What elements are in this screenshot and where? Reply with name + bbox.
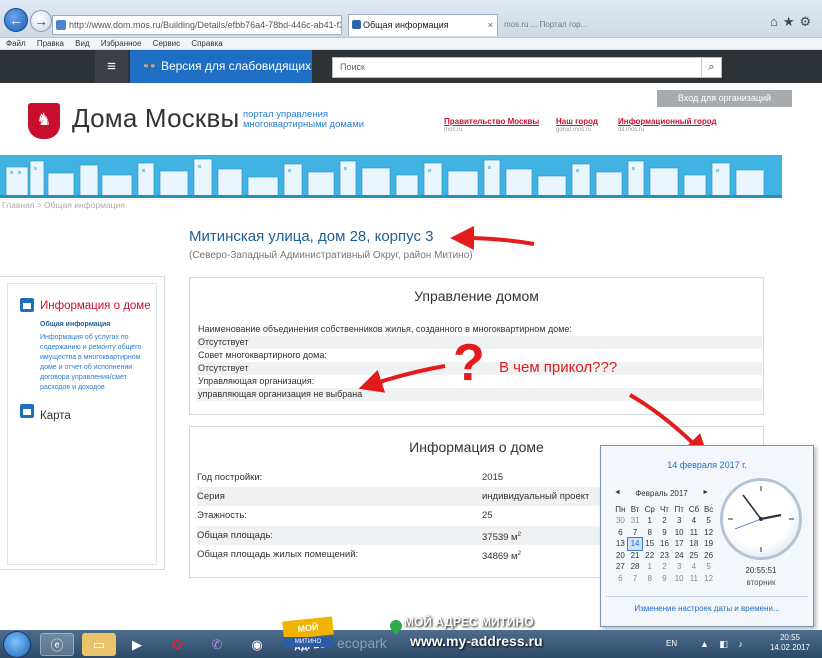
calendar-month-header: ◄ Февраль 2017 ► <box>610 489 713 498</box>
calendar-week: 13 14 15 16 17 18 19 <box>613 537 716 551</box>
calendar-day[interactable]: 22 <box>642 550 657 562</box>
calendar-day[interactable]: 26 <box>701 550 716 562</box>
arrow-to-address <box>450 226 535 251</box>
calendar-day[interactable]: 16 <box>657 538 672 550</box>
calendar-day[interactable]: 31 <box>628 515 643 527</box>
media-taskbar-icon[interactable]: ▶ <box>120 633 154 656</box>
start-button[interactable] <box>3 631 31 658</box>
calendar-day[interactable]: 6 <box>613 527 628 539</box>
calendar-day[interactable]: 3 <box>672 515 687 527</box>
calendar-day[interactable]: 18 <box>687 538 702 550</box>
calendar-day[interactable]: 12 <box>701 527 716 539</box>
app-taskbar-icon[interactable]: ◉ <box>240 633 274 656</box>
taskbar-date: 14.02.2017 <box>769 643 811 652</box>
calendar-week: 27 28 1 2 3 4 5 <box>613 561 716 573</box>
clock-date-link[interactable]: 14 февраля 2017 г. <box>600 460 814 470</box>
language-indicator[interactable]: EN <box>666 639 677 648</box>
second-hand <box>734 518 762 530</box>
calendar-week: 6 7 8 9 10 11 12 <box>613 527 716 539</box>
calendar-weekday: Пн <box>615 504 626 514</box>
watermark-title: МОЙ АДРЕС МИТИНО <box>404 615 534 629</box>
calendar-day[interactable]: 5 <box>701 561 716 573</box>
viber-taskbar-icon[interactable]: ✆ <box>200 633 234 656</box>
calendar-day[interactable]: 5 <box>701 515 716 527</box>
calendar-week: 20 21 22 23 24 25 26 <box>613 550 716 562</box>
calendar-day[interactable]: 11 <box>687 527 702 539</box>
calendar-day[interactable]: 7 <box>628 527 643 539</box>
analog-clock <box>720 478 802 560</box>
calendar-day[interactable]: 8 <box>642 527 657 539</box>
calendar-day[interactable]: 14 <box>626 537 644 551</box>
calendar-day[interactable]: 30 <box>613 515 628 527</box>
arrow-to-management <box>358 364 446 393</box>
date-time-settings-link[interactable]: Изменение настроек даты и времени... <box>600 604 814 613</box>
annotation-question-mark: ? <box>453 334 485 392</box>
watermark-url: www.my-address.ru <box>410 633 543 649</box>
calendar-weekday: Вт <box>630 504 640 514</box>
calendar-day[interactable]: 15 <box>642 538 657 550</box>
calendar-weekday: Вс <box>703 504 714 514</box>
clock-divider <box>606 596 808 597</box>
ie-taskbar-icon[interactable]: ⓔ <box>40 633 74 656</box>
prev-month-icon[interactable]: ◄ <box>614 489 621 496</box>
calendar-day[interactable]: 1 <box>642 561 657 573</box>
arrow-to-clock <box>629 393 709 459</box>
clock-digital-time: 20:55:51 <box>745 566 777 575</box>
calendar-day[interactable]: 9 <box>657 573 672 585</box>
calendar-day[interactable]: 27 <box>613 561 628 573</box>
minute-hand <box>742 494 762 520</box>
calendar-day[interactable]: 20 <box>613 550 628 562</box>
calendar-day[interactable]: 17 <box>672 538 687 550</box>
explorer-taskbar-icon[interactable]: ▭ <box>82 633 116 656</box>
calendar-day[interactable]: 10 <box>672 573 687 585</box>
calendar-grid: Пн Вт Ср Чт Пт Сб Вс 30 31 1 2 3 4 5 6 7 8 9 10 11 12 13 14 15… <box>613 503 716 584</box>
calendar-day[interactable]: 24 <box>672 550 687 562</box>
calendar-week: 6 7 8 9 10 11 12 <box>613 573 716 585</box>
calendar-day[interactable]: 7 <box>628 573 643 585</box>
taskbar-clock[interactable]: 20:55 14.02.2017 <box>765 633 815 653</box>
calendar-day[interactable]: 2 <box>657 561 672 573</box>
calendar-week: 30 31 1 2 3 4 5 <box>613 515 716 527</box>
calendar-day[interactable]: 12 <box>701 573 716 585</box>
watermark-badge-bottom: МИТИНО <box>283 637 333 647</box>
calendar-day[interactable]: 19 <box>701 538 716 550</box>
opera-taskbar-icon[interactable]: O <box>160 633 194 656</box>
calendar-day[interactable]: 8 <box>642 573 657 585</box>
calendar-day[interactable]: 3 <box>672 561 687 573</box>
calendar-weekday: Пт <box>674 504 684 514</box>
taskbar-time: 20:55 <box>779 633 801 642</box>
calendar-day[interactable]: 10 <box>672 527 687 539</box>
hour-hand <box>760 513 782 521</box>
calendar-day[interactable]: 11 <box>687 573 702 585</box>
annotation-note: В чем прикол??? <box>499 359 618 376</box>
calendar-day[interactable]: 23 <box>657 550 672 562</box>
calendar-weekday: Сб <box>688 504 700 514</box>
calendar-day[interactable]: 1 <box>642 515 657 527</box>
calendar-day[interactable]: 4 <box>687 515 702 527</box>
calendar-days: 30 31 1 2 3 4 5 6 7 8 9 10 11 12 13 14 15 16 17 18 19 20 21 22 2… <box>613 515 716 584</box>
system-tray-icons[interactable]: ▲ ◧ ♪ <box>700 639 747 650</box>
calendar-weekdays: Пн Вт Ср Чт Пт Сб Вс <box>613 503 716 515</box>
calendar-day[interactable]: 28 <box>628 561 643 573</box>
clock-weekday: вторник <box>746 578 776 587</box>
calendar-day[interactable]: 25 <box>687 550 702 562</box>
calendar-day[interactable]: 13 <box>613 538 628 550</box>
calendar-weekday: Чт <box>659 504 669 514</box>
calendar-day[interactable]: 9 <box>657 527 672 539</box>
screen: ← → http://www.dom.mos.ru/Building/Detai… <box>0 0 822 658</box>
calendar-month-label[interactable]: Февраль 2017 <box>635 489 688 498</box>
clock-face-icon <box>728 486 794 552</box>
next-month-icon[interactable]: ► <box>702 489 709 496</box>
calendar-day[interactable]: 21 <box>628 550 643 562</box>
calendar-day[interactable]: 6 <box>613 573 628 585</box>
calendar-day[interactable]: 4 <box>687 561 702 573</box>
calendar-day[interactable]: 2 <box>657 515 672 527</box>
calendar-weekday: Ср <box>644 504 655 514</box>
watermark-ecopark: ecopark <box>337 635 387 651</box>
